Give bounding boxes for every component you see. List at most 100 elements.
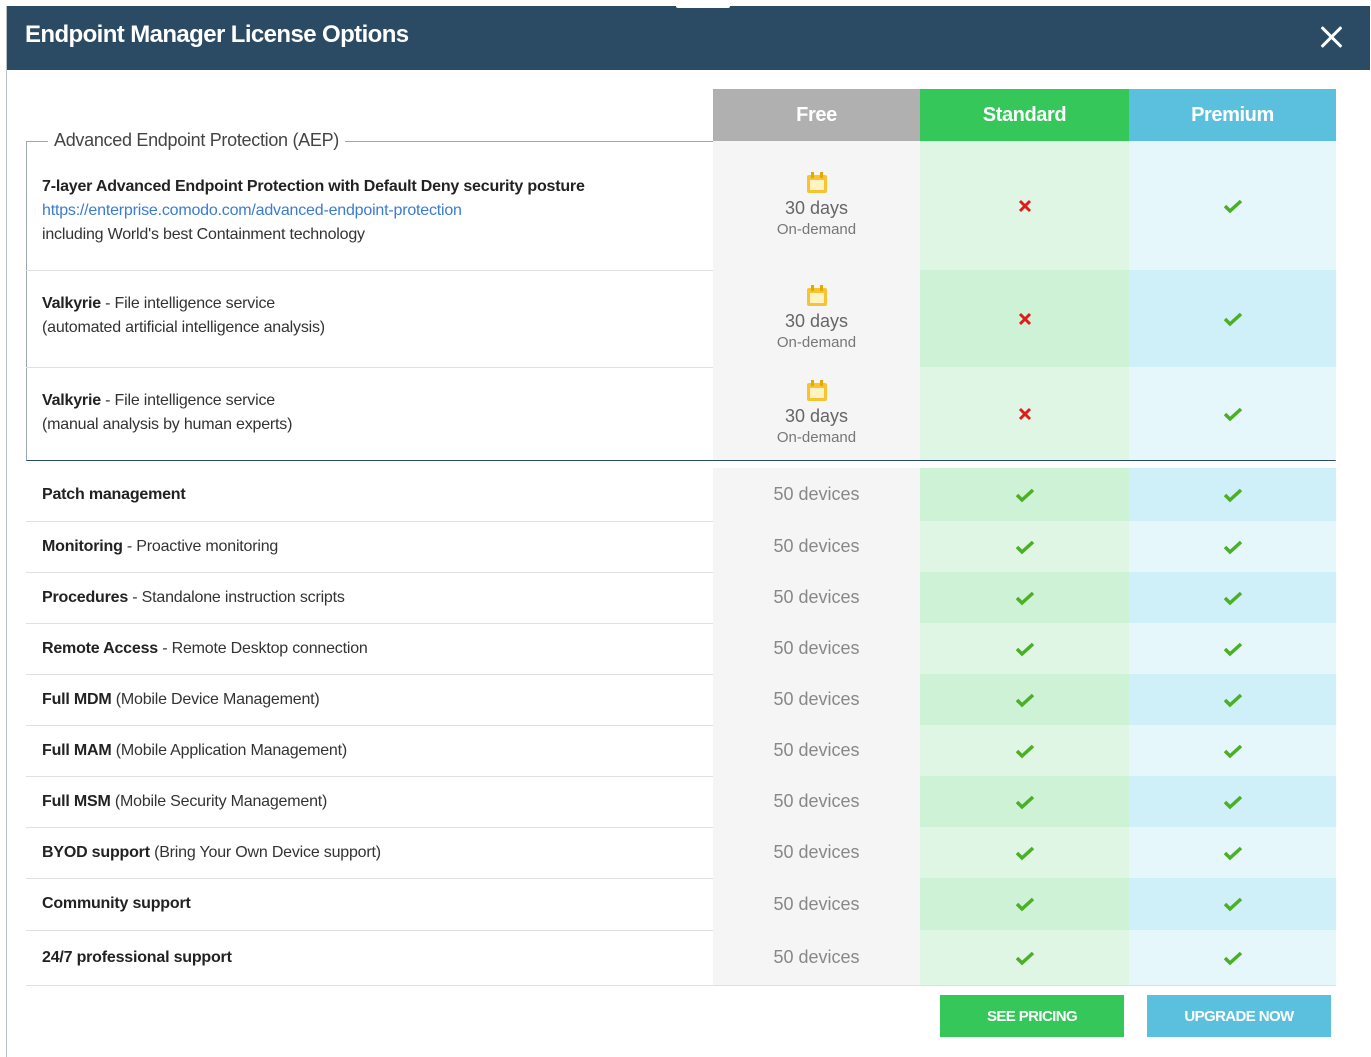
feature-subtext: (Mobile Application Management) [111,742,348,759]
table-row: Full MAM (Mobile Application Management)… [26,725,1336,777]
check-icon [1223,488,1242,502]
feature-cell: 24/7 professional support [26,930,713,985]
device-limit: 50 devices [773,842,860,862]
feature-title: 7-layer Advanced Endpoint Protection wit… [42,178,585,195]
see-pricing-button[interactable]: SEE PRICING [940,995,1124,1037]
feature-subtext: (manual analysis by human experts) [42,416,293,433]
check-icon [1223,312,1242,326]
calendar-icon [805,379,829,403]
check-icon [1015,642,1034,656]
standard-cell [920,930,1129,985]
check-icon [1223,540,1242,554]
trial-days: 30 days [784,405,849,426]
column-header-free: Free [713,89,920,141]
check-icon [1015,795,1034,809]
feature-description: Monitoring - Proactive monitoring [42,535,278,559]
feature-title: 24/7 professional support [42,949,232,966]
feature-description: Procedures - Standalone instruction scri… [42,586,345,610]
table-row: Community support 50 devices [26,878,1336,931]
standard-cell [920,270,1129,367]
feature-title: Patch management [42,486,186,503]
free-cell: 50 devices [713,521,920,572]
free-cell: 50 devices [713,878,920,930]
standard-cell [920,572,1129,623]
free-cell: 50 devices [713,776,920,827]
dialog-header: Endpoint Manager License Options [7,6,1370,70]
feature-description: 7-layer Advanced Endpoint Protection wit… [42,175,585,247]
cross-icon [1018,407,1031,420]
feature-title: Remote Access [42,640,158,657]
feature-description: Valkyrie - File intelligence service (ma… [42,392,293,433]
table-row: BYOD support (Bring Your Own Device supp… [26,827,1336,879]
standard-cell [920,674,1129,725]
feature-title: Full MDM [42,691,112,708]
table-row: Procedures - Standalone instruction scri… [26,572,1336,624]
feature-cell: 7-layer Advanced Endpoint Protection wit… [26,141,713,270]
premium-cell [1129,674,1336,725]
table-row: Patch management 50 devices [26,468,1336,522]
table-row: Monitoring - Proactive monitoring 50 devi… [26,521,1336,573]
aep-link[interactable]: https://enterprise.comodo.com/advanced-e… [42,202,462,219]
check-icon [1223,897,1242,912]
premium-cell [1129,270,1336,367]
premium-cell [1129,725,1336,776]
feature-subtext: including World's best Containment techn… [42,226,365,243]
column-header-standard: Standard [920,89,1129,141]
feature-description: Remote Access - Remote Desktop connectio… [42,637,368,661]
feature-subtext: (Mobile Security Management) [110,793,328,810]
feature-title: Community support [42,895,191,912]
standard-cell [920,878,1129,930]
feature-title: Full MSM [42,793,111,810]
table-row: Valkyrie - File intelligence service (au… [26,270,1336,368]
feature-cell: Valkyrie - File intelligence service (ma… [26,367,713,460]
feature-subtext: (Mobile Device Management) [111,691,320,708]
free-cell: 50 devices [713,827,920,878]
check-icon [1223,693,1242,707]
free-cell: 50 devices [713,725,920,776]
check-icon [1223,642,1242,656]
device-limit: 50 devices [773,689,860,709]
premium-cell [1129,367,1336,460]
check-icon [1223,846,1242,860]
premium-cell [1129,468,1336,521]
feature-subtext: - Standalone instruction scripts [128,589,345,606]
aep-group-legend: Advanced Endpoint Protection (AEP) [48,130,345,151]
device-limit: 50 devices [773,484,860,504]
feature-cell: Full MSM (Mobile Security Management) [26,776,713,827]
check-icon [1223,951,1242,965]
table-row: Full MDM (Mobile Device Management) 50 de… [26,674,1336,726]
check-icon [1223,199,1242,213]
feature-description: Valkyrie - File intelligence service (au… [42,295,325,336]
trial-mode: On-demand [776,333,857,351]
feature-subtext: (Bring Your Own Device support) [149,844,381,861]
close-icon[interactable] [1314,20,1348,54]
calendar-icon [805,284,829,308]
free-cell: 30 days On-demand [713,270,920,367]
check-icon [1015,591,1034,605]
feature-title: Valkyrie [42,295,101,312]
free-cell: 50 devices [713,623,920,674]
feature-title: Monitoring [42,538,123,555]
calendar-icon [805,171,829,195]
feature-subtext: - Remote Desktop connection [157,640,368,657]
trial-mode: On-demand [776,428,857,446]
dialog-title: Endpoint Manager License Options [25,21,409,48]
check-icon [1015,693,1034,707]
standard-cell [920,521,1129,572]
feature-title: BYOD support [42,844,150,861]
feature-description: Full MDM (Mobile Device Management) [42,688,320,712]
upgrade-now-button[interactable]: UPGRADE NOW [1147,995,1331,1037]
standard-cell [920,776,1129,827]
premium-cell [1129,878,1336,930]
check-icon [1223,591,1242,605]
table-row: Remote Access - Remote Desktop connectio… [26,623,1336,675]
premium-cell [1129,521,1336,572]
feature-cell: Monitoring - Proactive monitoring [26,521,713,572]
premium-cell [1129,827,1336,878]
standard-cell [920,468,1129,521]
feature-description: Patch management [42,483,186,507]
feature-cell: Full MAM (Mobile Application Management) [26,725,713,776]
feature-cell: BYOD support (Bring Your Own Device supp… [26,827,713,878]
table-row: Valkyrie - File intelligence service (ma… [26,367,1336,460]
device-limit: 50 devices [773,893,860,914]
